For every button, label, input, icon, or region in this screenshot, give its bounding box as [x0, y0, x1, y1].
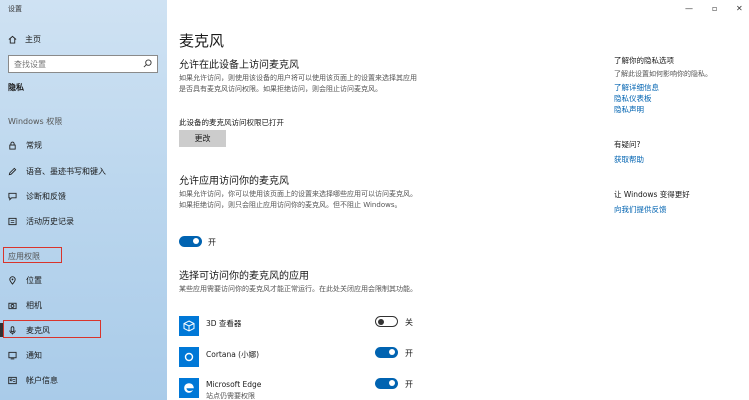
- section-desc-device-access: 如果允许访问，则使用该设备的用户将可以使用该页面上的设置来选择其应用是否具有麦克…: [179, 74, 417, 93]
- sidebar-item-notifications[interactable]: 通知: [0, 346, 167, 364]
- history-icon: [8, 217, 17, 225]
- sidebar-item-label: 相机: [26, 300, 42, 310]
- pen-icon: [8, 167, 17, 175]
- section-heading-app-access: 允许应用访问你的麦克风: [179, 176, 289, 187]
- restore-button[interactable]: ▫: [712, 4, 717, 13]
- minimize-button[interactable]: —: [685, 4, 693, 13]
- sidebar-item-camera[interactable]: 相机: [0, 296, 167, 314]
- camera-icon: [8, 302, 17, 309]
- section-desc-choose-apps: 某些应用需要访问你的麦克风才能正常运行。在此处关闭应用会限制其功能。: [179, 285, 417, 293]
- search-box[interactable]: [8, 55, 158, 73]
- sidebar-item-speech[interactable]: 语音、墨迹书写和键入: [0, 162, 167, 180]
- sidebar-item-location[interactable]: 位置: [0, 271, 167, 289]
- window-title: 设置: [8, 5, 22, 13]
- sidebar-item-label: 语音、墨迹书写和键入: [26, 166, 106, 176]
- highlight-box-app-permissions: [3, 247, 62, 263]
- app-access-toggle-label: 开: [208, 238, 216, 247]
- section-title-privacy: 隐私: [8, 83, 24, 92]
- search-icon[interactable]: [143, 59, 152, 68]
- edge-icon: [179, 378, 199, 398]
- sidebar-item-general[interactable]: 常规: [0, 136, 167, 154]
- improve-windows-heading: 让 Windows 变得更好: [614, 190, 690, 199]
- toggle-3d-viewer[interactable]: [375, 316, 398, 327]
- give-feedback-link[interactable]: 向我们提供反馈: [614, 204, 667, 215]
- sidebar-item-account-info[interactable]: 帐户信息: [0, 371, 167, 389]
- cube-icon: [179, 316, 199, 336]
- location-icon: [9, 275, 16, 285]
- app-name: Cortana (小娜): [206, 350, 260, 359]
- privacy-options-heading: 了解你的隐私选项: [614, 56, 674, 65]
- app-name: 3D 查看器: [206, 319, 242, 328]
- change-button[interactable]: 更改: [179, 130, 226, 147]
- toggle-label-edge: 开: [405, 380, 413, 389]
- learn-more-link[interactable]: 了解详细信息: [614, 82, 659, 93]
- section-heading-device-access: 允许在此设备上访问麦克风: [179, 60, 299, 71]
- lock-icon: [9, 141, 16, 150]
- get-help-link[interactable]: 获取帮助: [614, 154, 644, 165]
- sidebar-item-label: 常规: [26, 140, 42, 150]
- section-heading-choose-apps: 选择可访问你的麦克风的应用: [179, 271, 309, 282]
- sidebar-item-diagnostics[interactable]: 诊断和反馈: [0, 187, 167, 205]
- sidebar-item-label: 帐户信息: [26, 375, 58, 385]
- sidebar-item-label: 主页: [25, 34, 41, 44]
- toggle-label-3d-viewer: 关: [405, 318, 413, 327]
- section-desc-app-access: 如果允许访问，你可以使用该页面上的设置来选择哪些应用可以访问麦克风。如果拒绝访问…: [179, 190, 417, 209]
- cortana-icon: [179, 347, 199, 367]
- account-icon: [8, 376, 17, 384]
- sidebar-item-activity[interactable]: 活动历史记录: [0, 212, 167, 230]
- sidebar-item-label: 诊断和反馈: [26, 191, 66, 201]
- question-heading: 有疑问?: [614, 140, 641, 149]
- home-icon: [8, 35, 17, 44]
- toggle-cortana[interactable]: [375, 347, 398, 358]
- feedback-icon: [8, 192, 17, 201]
- app-name: Microsoft Edge: [206, 380, 262, 389]
- privacy-dashboard-link[interactable]: 隐私仪表板: [614, 93, 652, 104]
- highlight-box-microphone: [3, 320, 101, 338]
- toggle-label-cortana: 开: [405, 349, 413, 358]
- app-subtitle: 站点仍需要权限: [206, 392, 255, 400]
- device-access-status: 此设备的麦克风访问权限已打开: [179, 118, 284, 127]
- privacy-options-text: 了解此设置如何影响你的隐私。: [614, 70, 712, 78]
- sidebar-item-home[interactable]: 主页: [0, 30, 167, 48]
- sidebar: 设置 主页 隐私 Windows 权限 常规 语音、墨迹书写和键入 诊断和反馈: [0, 0, 167, 400]
- group-label-windows: Windows 权限: [8, 117, 63, 126]
- privacy-statement-link[interactable]: 隐私声明: [614, 104, 644, 115]
- search-input[interactable]: [14, 59, 139, 69]
- app-access-toggle[interactable]: [179, 236, 202, 247]
- page-title: 麦克风: [179, 32, 225, 50]
- sidebar-item-label: 位置: [26, 275, 42, 285]
- sidebar-item-label: 活动历史记录: [26, 216, 74, 226]
- notification-icon: [8, 351, 17, 359]
- toggle-edge[interactable]: [375, 378, 398, 389]
- sidebar-item-label: 通知: [26, 350, 42, 360]
- main-content: — ▫ ✕ 麦克风 允许在此设备上访问麦克风 如果允许访问，则使用该设备的用户将…: [167, 0, 749, 400]
- close-button[interactable]: ✕: [736, 4, 743, 13]
